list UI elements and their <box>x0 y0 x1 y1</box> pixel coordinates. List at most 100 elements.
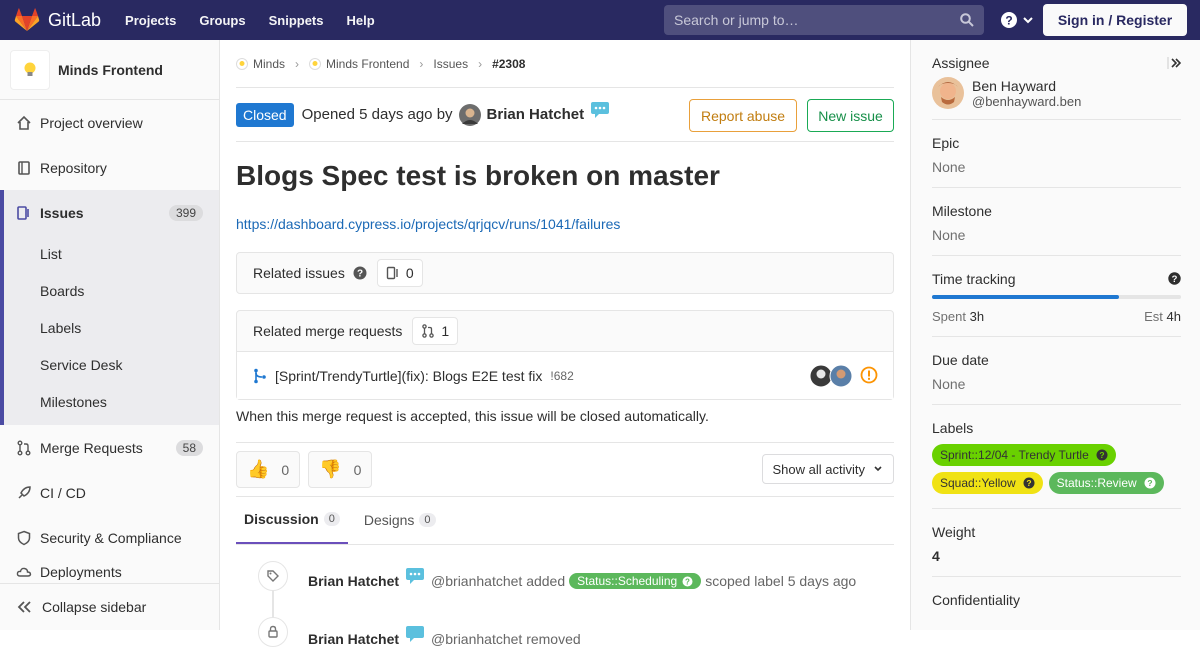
related-mr-item[interactable]: [Sprint/TrendyTurtle](fix): Blogs E2E te… <box>237 352 893 399</box>
mr-title[interactable]: [Sprint/TrendyTurtle](fix): Blogs E2E te… <box>275 368 542 384</box>
sidebar-subitem-boards[interactable]: Boards <box>4 272 219 309</box>
merge-request-icon <box>422 324 435 338</box>
sidebar-item-label: Security & Compliance <box>40 529 182 546</box>
milestone-value: None <box>932 227 966 243</box>
cloud-icon <box>16 567 32 577</box>
milestone-block[interactable]: Milestone None <box>932 188 1181 256</box>
chat-bubble-icon <box>406 568 425 584</box>
project-name: Minds Frontend <box>58 61 163 78</box>
sidebar-item-repository[interactable]: Repository <box>0 145 219 190</box>
search-icon <box>960 13 974 27</box>
sidebar-item-issues[interactable]: Issues 399 <box>4 190 219 235</box>
merge-request-icon <box>17 440 31 455</box>
search-input[interactable]: Search or jump to… <box>664 5 984 35</box>
related-merge-requests-block: Related merge requests 1 [Sprint/TrendyT… <box>236 310 894 400</box>
mr-participant-avatars <box>809 364 853 388</box>
tab-discussion[interactable]: Discussion 0 <box>236 496 348 544</box>
sidebar-subitem-labels[interactable]: Labels <box>4 309 219 346</box>
tab-designs[interactable]: Designs 0 <box>356 496 444 544</box>
sidebar-item-project-overview[interactable]: Project overview <box>0 100 219 145</box>
sidebar-item-deployments[interactable]: Deployments <box>0 560 219 580</box>
time-spent: Spent 3h <box>932 309 985 324</box>
shield-icon <box>17 530 31 545</box>
nav-groups[interactable]: Groups <box>199 13 245 28</box>
related-issues-label: Related issues <box>253 265 345 281</box>
scoped-label[interactable]: Status::Scheduling ? <box>569 573 702 589</box>
lock-icon <box>268 625 278 638</box>
collapse-sidebar-button[interactable]: Collapse sidebar <box>0 583 219 630</box>
awards-row: 👍 0 👎 0 Show all activity <box>236 443 894 497</box>
nav-snippets[interactable]: Snippets <box>269 13 324 28</box>
confidentiality-block[interactable]: Confidentiality <box>932 577 1181 620</box>
breadcrumb-current[interactable]: #2308 <box>492 57 525 71</box>
breadcrumb-separator: › <box>295 56 300 71</box>
collapse-right-sidebar-icon[interactable] <box>1167 56 1181 70</box>
event-handle: @brianhatchet added <box>431 573 566 589</box>
milestone-title: Milestone <box>932 203 992 219</box>
time-estimate: Est 4h <box>1144 309 1181 324</box>
breadcrumb-item[interactable]: Issues <box>433 57 468 71</box>
time-tracking-title: Time tracking <box>932 271 1016 287</box>
question-circle-icon: ? <box>1096 449 1108 461</box>
sidebar-subitem-service-desk[interactable]: Service Desk <box>4 346 219 383</box>
merged-icon <box>254 368 266 383</box>
due-date-title: Due date <box>932 352 989 368</box>
sidebar-item-merge-requests[interactable]: Merge Requests 58 <box>0 425 219 470</box>
thumbs-up-button[interactable]: 👍 0 <box>236 451 301 488</box>
weight-block[interactable]: Weight 4 <box>932 509 1181 577</box>
time-tracking-block: Time tracking ? Spent 3h Est 4h <box>932 256 1181 337</box>
lightbulb-icon <box>309 57 322 70</box>
issues-icon <box>17 205 29 220</box>
related-issues-count[interactable]: 0 <box>376 259 423 287</box>
nav-projects[interactable]: Projects <box>125 13 176 28</box>
lightbulb-icon <box>24 62 36 76</box>
sign-in-button[interactable]: Sign in / Register <box>1043 4 1187 36</box>
sidebar-item-label: Issues <box>40 204 84 221</box>
tab-count: 0 <box>323 512 340 526</box>
sidebar-subitem-list[interactable]: List <box>4 235 219 272</box>
timeline-event-icon <box>258 617 288 647</box>
gitlab-logo[interactable]: GitLab <box>14 8 101 32</box>
nav-help[interactable]: Help <box>347 13 375 28</box>
sidebar-issues-group: Issues 399 List Boards Labels Service De… <box>0 190 219 425</box>
sidebar-item-security[interactable]: Security & Compliance <box>0 515 219 560</box>
question-circle-icon: ? <box>1023 477 1035 489</box>
event-suffix: scoped label 5 days ago <box>705 573 857 589</box>
issue-right-sidebar: Assignee Ben Hayward @benhayward.ben Epi… <box>910 40 1200 630</box>
chat-bubble-icon <box>591 101 610 118</box>
question-circle-icon[interactable]: ? <box>1168 272 1181 285</box>
rocket-icon <box>18 485 31 499</box>
breadcrumb-item[interactable]: Minds <box>236 57 285 71</box>
report-abuse-button[interactable]: Report abuse <box>689 99 797 132</box>
issue-header: Closed Opened 5 days ago by Brian Hatche… <box>236 88 894 142</box>
issues-count-badge: 399 <box>168 204 203 221</box>
issue-label[interactable]: Status::Review? <box>1048 472 1164 494</box>
breadcrumb-item[interactable]: Minds Frontend <box>309 57 409 71</box>
related-issues-block: Related issues ? 0 <box>236 252 894 294</box>
thumbs-down-button[interactable]: 👎 0 <box>308 451 373 488</box>
issue-label[interactable]: Sprint::12/04 - Trendy Turtle? <box>932 444 1116 466</box>
assignee-user[interactable]: Ben Hayward @benhayward.ben <box>932 77 1181 109</box>
issue-description-link[interactable]: https://dashboard.cypress.io/projects/qr… <box>236 216 894 232</box>
epic-block[interactable]: Epic None <box>932 120 1181 188</box>
event-author[interactable]: Brian Hatchet <box>308 573 399 589</box>
author-name[interactable]: Brian Hatchet <box>487 106 585 123</box>
question-circle-icon[interactable]: ? <box>353 266 367 280</box>
sidebar-subitem-milestones[interactable]: Milestones <box>4 383 219 425</box>
labels-list: Sprint::12/04 - Trendy Turtle?Squad::Yel… <box>932 444 1181 500</box>
brand-name: GitLab <box>48 9 102 30</box>
activity-filter-dropdown[interactable]: Show all activity <box>761 454 894 484</box>
mr-close-note: When this merge request is accepted, thi… <box>236 408 894 443</box>
new-issue-button[interactable]: New issue <box>807 99 894 132</box>
avatar[interactable] <box>458 103 481 126</box>
warning-status-icon[interactable] <box>860 366 878 384</box>
due-date-block[interactable]: Due date None <box>932 337 1181 405</box>
double-chevron-left-icon <box>17 601 31 613</box>
discussion-timeline: Brian Hatchet @brianhatchet added Status… <box>236 545 894 647</box>
help-dropdown[interactable]: ? <box>1000 11 1034 29</box>
sidebar-item-ci-cd[interactable]: CI / CD <box>0 470 219 515</box>
related-mrs-count[interactable]: 1 <box>412 317 459 345</box>
event-author[interactable]: Brian Hatchet <box>308 631 399 647</box>
issue-label[interactable]: Squad::Yellow? <box>932 472 1043 494</box>
project-header[interactable]: Minds Frontend <box>0 40 219 100</box>
